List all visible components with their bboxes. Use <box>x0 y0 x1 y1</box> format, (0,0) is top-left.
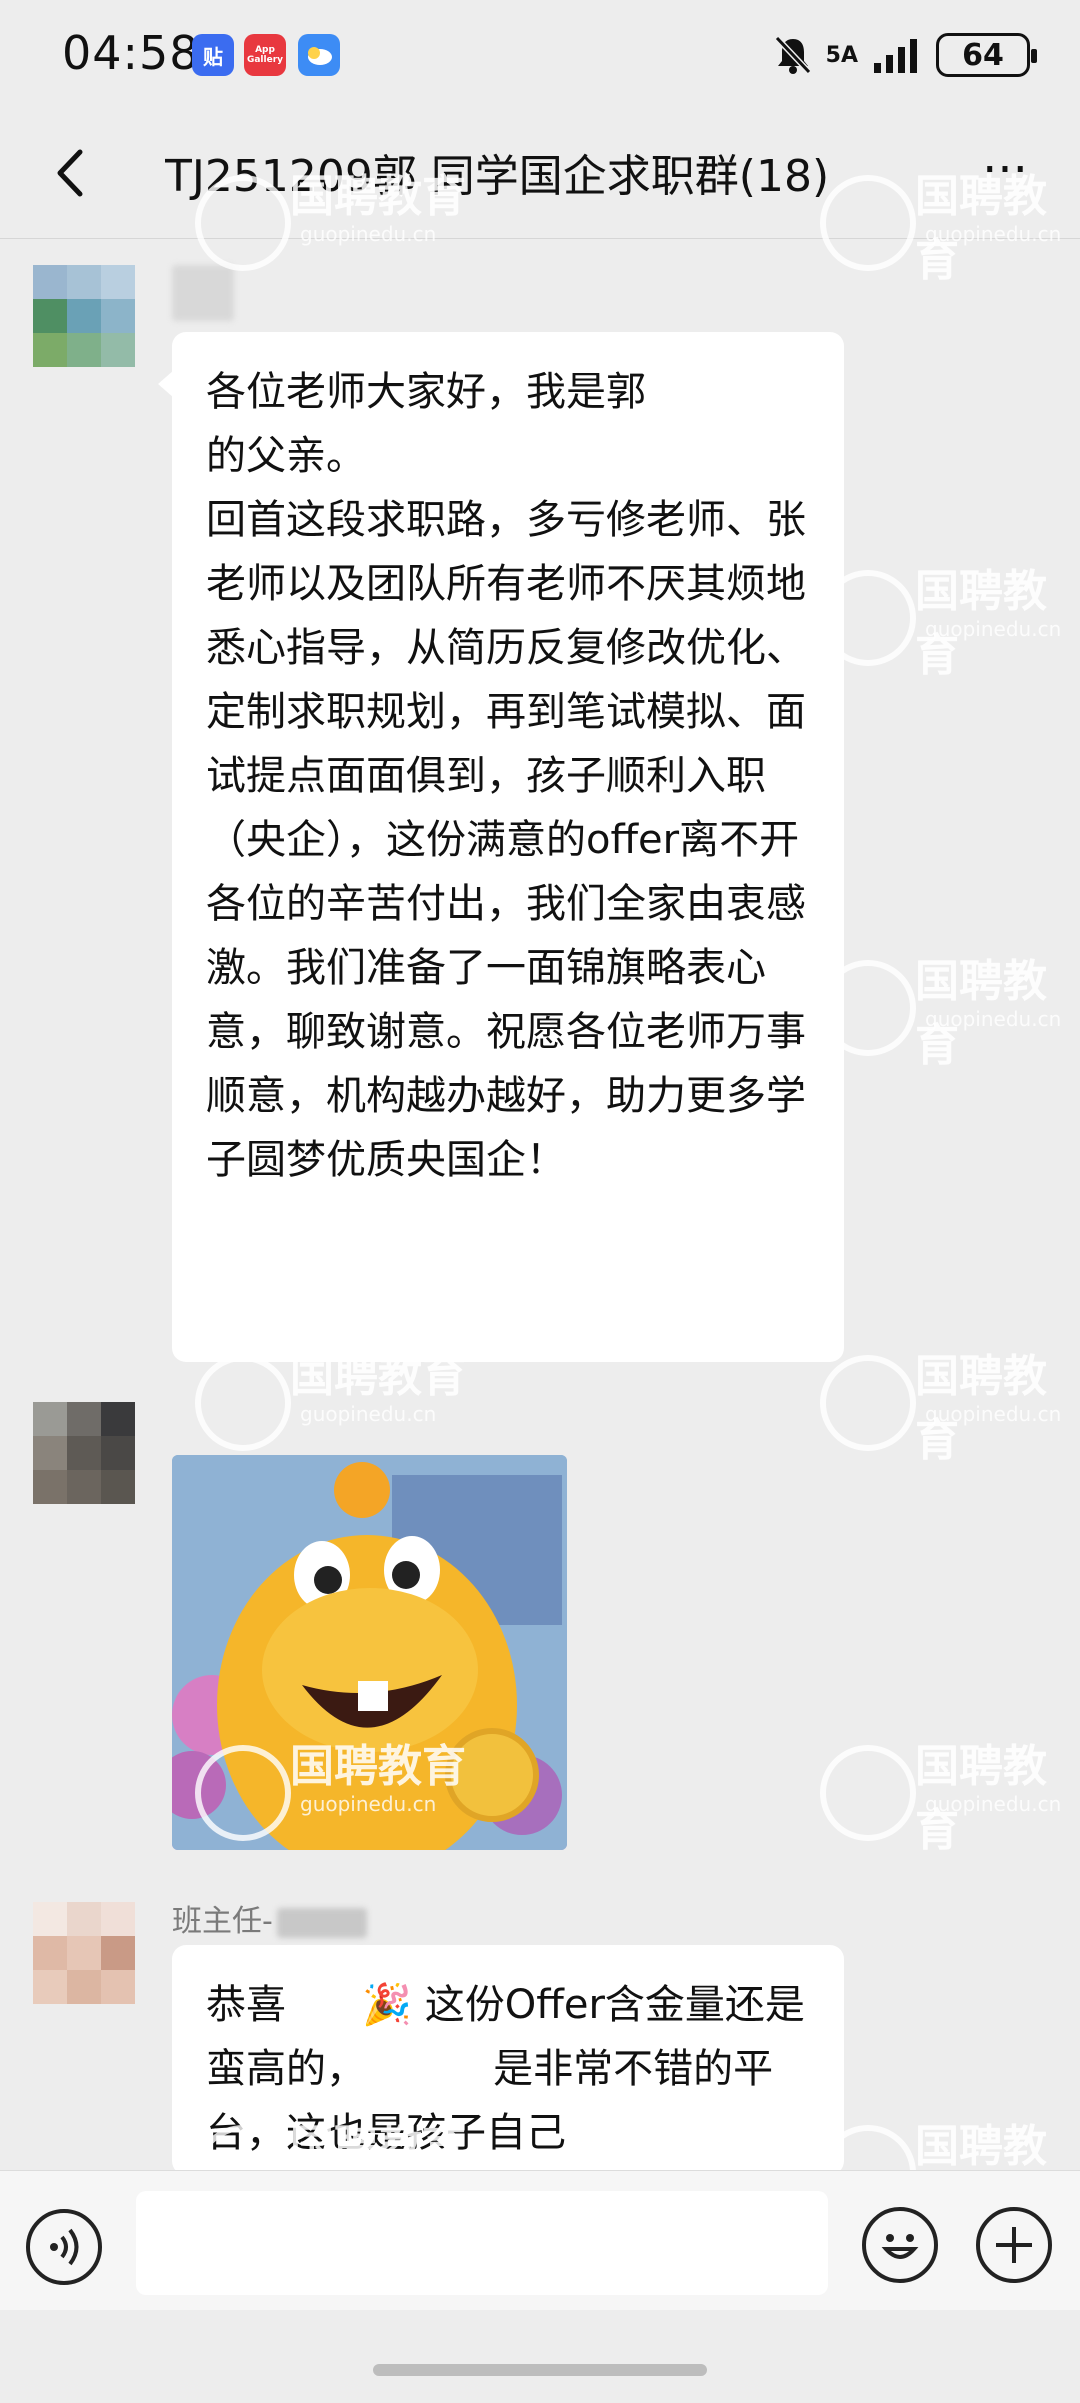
message-text: 恭喜 🎉 这份Offer含金量还是蛮高的， 是非常不错的平台，这也是孩子自己 <box>206 1982 805 2156</box>
mute-bell-icon <box>774 35 811 75</box>
watermark-url: guopinedu.cn <box>925 1792 1062 1816</box>
watermark-url: guopinedu.cn <box>300 1402 437 1426</box>
avatar[interactable] <box>33 1902 135 2004</box>
avatar[interactable] <box>33 265 135 367</box>
message-text: 各位老师大家好，我是郭 的父亲。 回首这段求职路，多亏修老师、张老师以及团队所有… <box>206 369 806 1183</box>
watermark-logo-icon <box>195 175 291 271</box>
message-input-bar <box>0 2170 1080 2310</box>
sender-name-redacted <box>172 265 234 321</box>
status-indicators: 5A 64 <box>774 30 1037 80</box>
plus-icon <box>996 2227 1032 2263</box>
message-input[interactable] <box>136 2191 828 2295</box>
emoji-button[interactable] <box>862 2207 938 2283</box>
battery-icon: 64 <box>936 33 1037 77</box>
network-label: 5A <box>825 42 858 68</box>
voice-icon <box>50 2228 79 2266</box>
watermark-brand: 国聘教育 <box>915 956 1047 1071</box>
chat-header: TJ251209郭 同学国企求职群(18) ··· <box>0 110 1080 240</box>
weather-icon <box>298 34 340 76</box>
watermark-brand: 国聘教育 <box>915 1351 1047 1466</box>
watermark-logo-icon <box>820 175 916 271</box>
watermark-brand: 国聘教育 <box>915 566 1047 681</box>
status-time: 04:58 <box>62 26 200 80</box>
status-bar: 04:58 贴 App Gallery 5A 64 <box>0 0 1080 110</box>
watermark-url: guopinedu.cn <box>925 1402 1062 1426</box>
battery-level: 64 <box>962 37 1004 73</box>
home-indicator[interactable] <box>373 2364 707 2376</box>
watermark-logo-icon <box>195 1745 291 1841</box>
header-divider <box>0 238 1080 239</box>
chevron-left-icon <box>57 149 83 197</box>
app-gallery-icon: App Gallery <box>244 34 286 76</box>
watermark-brand: 国聘教育 <box>915 1741 1047 1856</box>
sender-name: 班主任- <box>172 1896 367 1940</box>
watermark-url: guopinedu.cn <box>925 1007 1062 1031</box>
signal-icon <box>874 39 917 73</box>
more-options-button[interactable]: ··· <box>970 140 1040 210</box>
message-bubble[interactable]: 各位老师大家好，我是郭 的父亲。 回首这段求职路，多亏修老师、张老师以及团队所有… <box>158 332 844 1362</box>
watermark-logo-icon <box>820 1355 916 1451</box>
watermark-logo-icon <box>195 1355 291 1451</box>
voice-input-button[interactable] <box>26 2209 102 2285</box>
back-button[interactable] <box>38 138 108 208</box>
avatar[interactable] <box>33 1402 135 1504</box>
emoji-icon <box>881 2234 919 2259</box>
tieba-icon: 贴 <box>192 34 234 76</box>
redacted-text <box>276 1907 367 1938</box>
more-functions-button[interactable] <box>976 2207 1052 2283</box>
watermark-logo-icon <box>820 570 916 666</box>
watermark-logo-icon <box>820 960 916 1056</box>
watermark-logo-icon <box>820 1745 916 1841</box>
watermark-url: guopinedu.cn <box>925 617 1062 641</box>
